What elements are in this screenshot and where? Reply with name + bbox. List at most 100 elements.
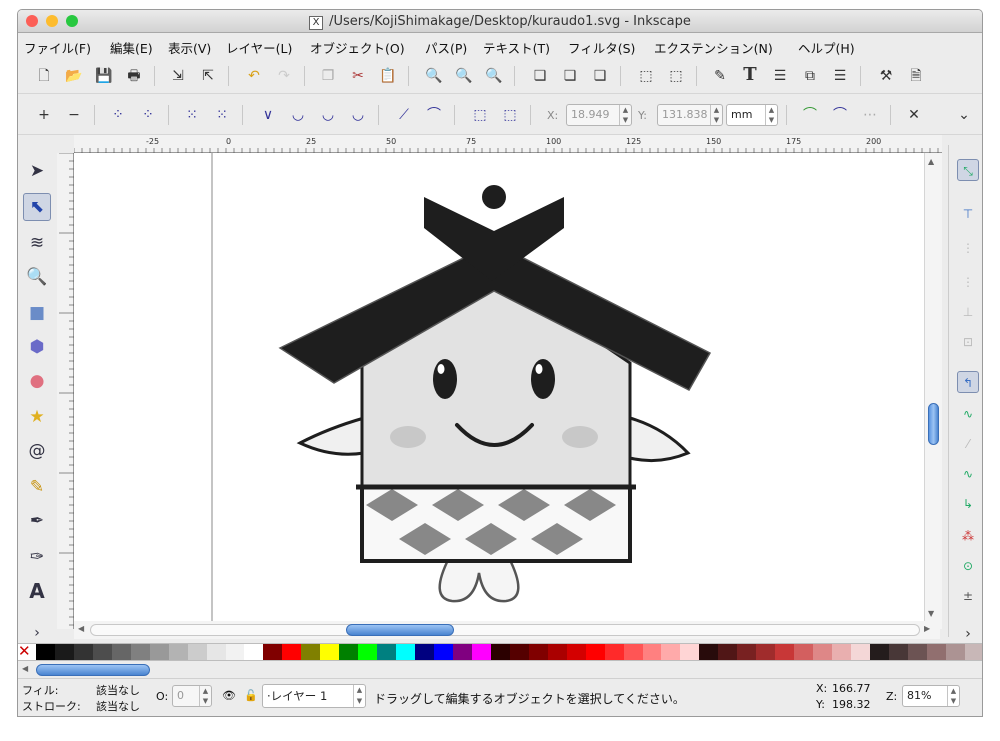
show-path-outline-icon[interactable]: ⋯ (860, 105, 880, 125)
snap-path-icon[interactable]: ∿ (957, 403, 979, 425)
calligraphy-tool-icon[interactable]: ✑ (23, 543, 51, 571)
paste-icon[interactable]: 📋 (378, 66, 398, 86)
fill-value[interactable]: 該当なし (96, 682, 140, 698)
vertical-scroll-thumb[interactable] (928, 403, 939, 445)
menu-extensions[interactable]: エクステンション(N) (654, 38, 773, 57)
color-swatch[interactable] (813, 644, 833, 660)
stroke-value[interactable]: 該当なし (96, 698, 140, 714)
layer-select-arrow[interactable]: ▲ ▼ (353, 685, 365, 707)
segment-line-icon[interactable]: ⟋ (394, 105, 414, 125)
color-swatch[interactable] (377, 644, 397, 660)
color-swatch[interactable] (471, 644, 491, 660)
pencil-tool-icon[interactable]: ✎ (23, 473, 51, 501)
redo-icon[interactable]: ↷ (274, 66, 294, 86)
color-swatch[interactable] (320, 644, 340, 660)
zoom-stepper[interactable]: ▲ ▼ (947, 686, 959, 706)
break-path-icon[interactable]: ⁘ (138, 105, 158, 125)
color-swatch[interactable] (415, 644, 435, 660)
undo-icon[interactable]: ↶ (244, 66, 264, 86)
color-swatch[interactable] (964, 644, 982, 660)
color-swatch[interactable] (623, 644, 643, 660)
color-swatch[interactable] (699, 644, 719, 660)
color-swatch[interactable] (680, 644, 700, 660)
color-swatch[interactable] (850, 644, 870, 660)
color-swatch[interactable] (794, 644, 814, 660)
opacity-field[interactable]: 0 ▲ ▼ (172, 685, 212, 707)
menu-layer[interactable]: レイヤー(L) (226, 38, 292, 57)
show-transform-handles-icon[interactable]: ⌒ (800, 105, 820, 125)
menu-view[interactable]: 表示(V) (168, 38, 211, 57)
ellipse-tool-icon[interactable]: ● (23, 367, 51, 395)
insert-node-icon[interactable]: + (34, 105, 54, 125)
color-swatch[interactable] (73, 644, 93, 660)
menu-edit[interactable]: 編集(E) (110, 38, 153, 57)
stroke-to-path-icon[interactable]: ⬚ (500, 105, 520, 125)
color-swatch[interactable] (604, 644, 624, 660)
save-icon[interactable]: 💾 (94, 66, 114, 86)
cut-icon[interactable]: ✂ (348, 66, 368, 86)
zoom-selection-icon[interactable]: 🔍 (424, 66, 444, 86)
pen-tool-icon[interactable]: ✒ (23, 507, 51, 535)
color-swatch[interactable] (775, 644, 795, 660)
export-icon[interactable]: ⇱ (198, 66, 218, 86)
snapbar-overflow-icon[interactable]: › (957, 623, 979, 645)
fill-stroke-icon[interactable]: ✎ (710, 66, 730, 86)
xml-editor-icon[interactable]: ⧉ (800, 66, 820, 86)
color-swatch[interactable] (756, 644, 776, 660)
color-swatch[interactable] (54, 644, 74, 660)
palette-scroll-left-icon[interactable]: ◀ (22, 664, 28, 673)
snap-enable-icon[interactable]: ⤡ (957, 159, 979, 181)
unit-select-arrow[interactable]: ▲ ▼ (765, 105, 777, 125)
color-swatch[interactable] (737, 644, 757, 660)
color-swatch[interactable] (263, 644, 283, 660)
spiral-tool-icon[interactable]: @ (23, 437, 51, 465)
color-swatch[interactable] (585, 644, 605, 660)
snap-bbox-corner-icon[interactable]: ⋮ (957, 271, 979, 293)
color-swatch[interactable] (301, 644, 321, 660)
unit-select[interactable]: mm ▲ ▼ (726, 104, 778, 126)
snap-nodes-icon[interactable]: ↰ (957, 371, 979, 393)
menu-help[interactable]: ヘルプ(H) (798, 38, 855, 57)
snap-midpoint-icon[interactable]: ⁂ (957, 525, 979, 547)
color-swatch[interactable] (926, 644, 946, 660)
layers-icon[interactable]: ☰ (770, 66, 790, 86)
color-swatch[interactable] (888, 644, 908, 660)
color-swatch[interactable] (945, 644, 965, 660)
layer-lock-icon[interactable]: 🔓 (244, 689, 258, 702)
horizontal-scrollbar[interactable]: ◀ ▶ (74, 621, 940, 639)
no-paint-swatch[interactable]: ✕ (18, 642, 36, 660)
smooth-node-icon[interactable]: ◡ (288, 105, 308, 125)
join-segment-icon[interactable]: ⁙ (182, 105, 202, 125)
text-tool-icon[interactable]: A (23, 577, 51, 605)
color-swatch[interactable] (452, 644, 472, 660)
horizontal-scroll-thumb[interactable] (346, 624, 454, 636)
join-nodes-icon[interactable]: ⁘ (108, 105, 128, 125)
color-swatch[interactable] (206, 644, 226, 660)
snap-center-icon[interactable]: ⊙ (957, 555, 979, 577)
palette-scrollbar[interactable]: ◀ (18, 662, 982, 678)
show-bezier-handles-icon[interactable]: ⌒ (830, 105, 850, 125)
snap-bbox-edge-icon[interactable]: ⋮ (957, 237, 979, 259)
color-swatch[interactable] (358, 644, 378, 660)
cusp-node-icon[interactable]: ∨ (258, 105, 278, 125)
delete-segment-icon[interactable]: ⁙ (212, 105, 232, 125)
snap-page-icon[interactable]: ± (957, 585, 979, 607)
color-swatch[interactable] (282, 644, 302, 660)
group-icon[interactable]: ❏ (530, 66, 550, 86)
palette-scroll-thumb[interactable] (36, 664, 150, 676)
color-swatch[interactable] (396, 644, 416, 660)
layer-visibility-icon[interactable]: 👁 (222, 689, 236, 702)
raise-icon[interactable]: ⬚ (636, 66, 656, 86)
color-swatch[interactable] (661, 644, 681, 660)
color-swatch[interactable] (547, 644, 567, 660)
zoom-drawing-icon[interactable]: 🔍 (454, 66, 474, 86)
color-swatch[interactable] (149, 644, 169, 660)
document-properties-icon[interactable]: 🗎 (906, 66, 926, 86)
selector-tool-icon[interactable]: ➤ (23, 157, 51, 185)
snap-bbox-center-icon[interactable]: ⊡ (957, 331, 979, 353)
vertical-scrollbar[interactable]: ▲ ▼ (924, 153, 942, 629)
color-swatch[interactable] (92, 644, 112, 660)
object-to-path-icon[interactable]: ⬚ (470, 105, 490, 125)
menu-text[interactable]: テキスト(T) (483, 38, 550, 57)
text-font-icon[interactable]: T (740, 65, 760, 85)
